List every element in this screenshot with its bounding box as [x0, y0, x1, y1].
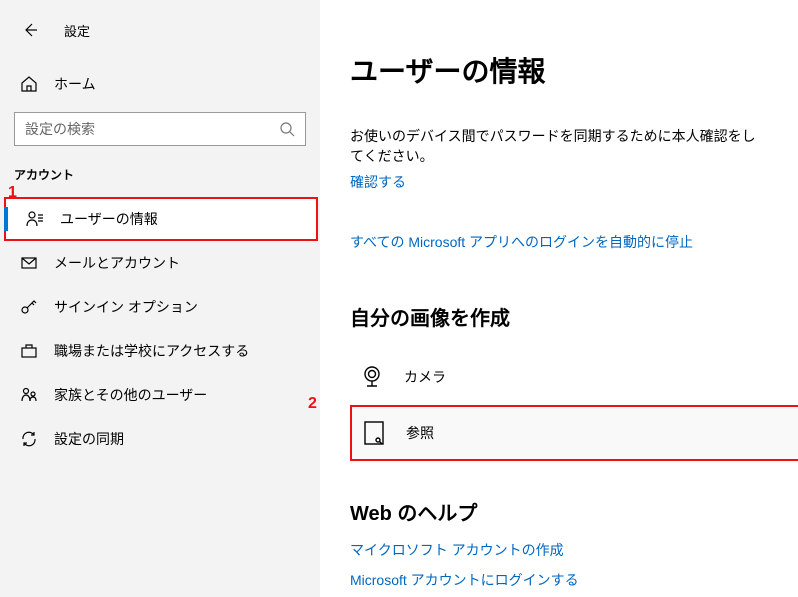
page-title: ユーザーの情報 [350, 50, 768, 90]
header-row: 設定 [0, 14, 320, 46]
sidebar-item-signin[interactable]: サインイン オプション [0, 285, 320, 329]
browse-icon [360, 419, 388, 447]
email-icon [20, 254, 38, 272]
annotation-1: 1 [8, 184, 17, 202]
verify-link[interactable]: 確認する [350, 172, 406, 192]
sidebar-item-label: 家族とその他のユーザー [54, 385, 207, 405]
sidebar-item-email[interactable]: メールとアカウント [0, 241, 320, 285]
home-label: ホーム [54, 74, 96, 94]
sidebar-item-user-info[interactable]: ユーザーの情報 [4, 197, 318, 241]
search-box[interactable] [14, 112, 306, 146]
search-input[interactable] [25, 121, 279, 137]
camera-icon [358, 363, 386, 391]
back-button[interactable] [20, 20, 40, 40]
sidebar-item-label: メールとアカウント [54, 253, 180, 273]
camera-option[interactable]: カメラ [350, 349, 768, 405]
sidebar-item-label: 設定の同期 [54, 429, 124, 449]
home-row[interactable]: ホーム [0, 62, 320, 106]
sidebar-item-label: ユーザーの情報 [60, 209, 158, 229]
sidebar-item-label: 職場または学校にアクセスする [54, 341, 249, 361]
main-content: ユーザーの情報 お使いのデバイス間でパスワードを同期するために本人確認をしてくだ… [320, 0, 798, 597]
sidebar-item-label: サインイン オプション [54, 297, 198, 317]
back-arrow-icon [22, 22, 38, 38]
browse-option[interactable]: 参照 [350, 405, 798, 461]
browse-label: 参照 [406, 423, 434, 443]
sidebar-item-work[interactable]: 職場または学校にアクセスする [0, 329, 320, 373]
section-label: アカウント [0, 166, 320, 183]
web-help-heading: Web のヘルプ [350, 497, 768, 526]
camera-label: カメラ [404, 367, 446, 387]
nav-items: ユーザーの情報 メールとアカウント サインイン オプション [0, 197, 320, 461]
briefcase-icon [20, 342, 38, 360]
sync-icon [20, 430, 38, 448]
create-image-heading: 自分の画像を作成 [350, 302, 768, 331]
sidebar: 設定 ホーム アカウント 1 ユーザーの情報 [0, 0, 320, 597]
family-icon [20, 386, 38, 404]
home-icon [20, 75, 38, 93]
annotation-2: 2 [308, 395, 317, 413]
key-icon [20, 298, 38, 316]
sidebar-item-sync[interactable]: 設定の同期 [0, 417, 320, 461]
user-info-icon [26, 210, 44, 228]
sidebar-item-family[interactable]: 家族とその他のユーザー [0, 373, 320, 417]
window-title: 設定 [64, 21, 90, 40]
stop-login-link[interactable]: すべての Microsoft アプリへのログインを自動的に停止 [350, 232, 693, 252]
help-link-create-account[interactable]: マイクロソフト アカウントの作成 [350, 540, 564, 560]
sync-description: お使いのデバイス間でパスワードを同期するために本人確認をしてください。 [350, 126, 768, 166]
help-link-login[interactable]: Microsoft アカウントにログインする [350, 570, 579, 590]
search-icon [279, 121, 295, 137]
